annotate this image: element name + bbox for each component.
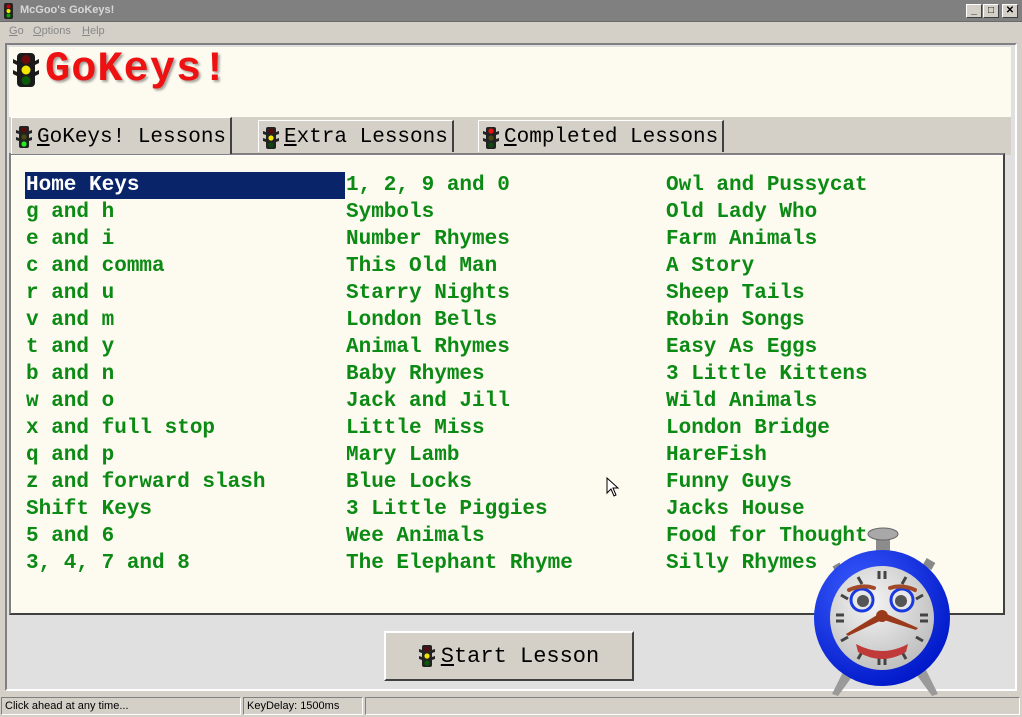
start-lesson-button[interactable]: Start Lesson xyxy=(384,631,634,681)
menu-go-rest: o xyxy=(17,25,24,37)
header-banner: GoKeys! xyxy=(9,45,1011,119)
lesson-item[interactable]: 3 Little Kittens xyxy=(665,361,985,388)
lesson-item[interactable]: London Bells xyxy=(345,307,665,334)
lesson-item[interactable]: Baby Rhymes xyxy=(345,361,665,388)
status-extra xyxy=(365,697,1020,715)
traffic-light-icon xyxy=(418,645,435,667)
lesson-item[interactable]: Owl and Pussycat xyxy=(665,172,985,199)
lesson-item[interactable]: q and p xyxy=(25,442,345,469)
lesson-item[interactable]: HareFish xyxy=(665,442,985,469)
lesson-item[interactable]: Robin Songs xyxy=(665,307,985,334)
menu-go[interactable]: Go xyxy=(9,25,24,37)
traffic-light-red-icon xyxy=(483,126,499,149)
lesson-item[interactable]: Easy As Eggs xyxy=(665,334,985,361)
menu-go-mnemonic: G xyxy=(9,25,18,37)
lesson-item[interactable]: w and o xyxy=(25,388,345,415)
mouse-cursor-icon xyxy=(606,477,620,497)
title-bar: McGoo's GoKeys! _ □ ✕ xyxy=(0,0,1022,22)
menu-help[interactable]: Help xyxy=(82,25,105,37)
tab-extra-lessons[interactable]: Extra Lessons xyxy=(258,120,454,152)
lesson-item[interactable]: 5 and 6 xyxy=(25,523,345,550)
lesson-item[interactable]: 3, 4, 7 and 8 xyxy=(25,550,345,577)
lesson-item[interactable]: Shift Keys xyxy=(25,496,345,523)
menu-options-rest: ptions xyxy=(41,25,71,37)
lesson-item[interactable]: Wee Animals xyxy=(345,523,665,550)
tab-completed-lessons[interactable]: Completed Lessons xyxy=(478,120,725,152)
lesson-item[interactable]: Mary Lamb xyxy=(345,442,665,469)
lesson-column-1: Home Keys g and he and ic and comma r and … xyxy=(25,172,345,577)
menu-options-mnemonic: O xyxy=(33,25,42,37)
lesson-item[interactable]: t and y xyxy=(25,334,345,361)
lesson-item[interactable]: Farm Animals xyxy=(665,226,985,253)
lesson-item[interactable]: g and h xyxy=(25,199,345,226)
traffic-light-icon xyxy=(13,53,39,87)
lesson-item[interactable]: A Story xyxy=(665,253,985,280)
lesson-item[interactable]: c and comma xyxy=(25,253,345,280)
maximize-button[interactable]: □ xyxy=(983,4,999,18)
lesson-column-2: 1, 2, 9 and 0 Symbols Number Rhymes This Ol… xyxy=(345,172,665,577)
lesson-item[interactable]: b and n xyxy=(25,361,345,388)
traffic-light-icon xyxy=(4,3,13,19)
lesson-item[interactable]: This Old Man xyxy=(345,253,665,280)
lesson-item[interactable]: Starry Nights xyxy=(345,280,665,307)
tab-label: ompleted Lessons xyxy=(516,126,719,149)
minimize-button[interactable]: _ xyxy=(966,4,982,18)
lesson-item[interactable]: Jacks House xyxy=(665,496,985,523)
tab-mnemonic: C xyxy=(504,126,517,149)
tab-mnemonic: E xyxy=(284,126,297,149)
lesson-item[interactable]: London Bridge xyxy=(665,415,985,442)
lesson-item[interactable]: Sheep Tails xyxy=(665,280,985,307)
lesson-item[interactable]: r and u xyxy=(25,280,345,307)
lesson-item[interactable]: 3 Little Piggies xyxy=(345,496,665,523)
start-lesson-label: tart Lesson xyxy=(453,643,600,669)
menu-help-rest: elp xyxy=(89,25,105,37)
close-button[interactable]: ✕ xyxy=(1002,4,1018,18)
brand-title: GoKeys! xyxy=(45,45,229,93)
window-title: McGoo's GoKeys! xyxy=(20,4,115,16)
lesson-item[interactable]: Home Keys xyxy=(25,172,345,199)
status-bar: Click ahead at any time... KeyDelay: 150… xyxy=(0,695,1022,717)
lesson-item[interactable]: Wild Animals xyxy=(665,388,985,415)
lesson-item[interactable]: Funny Guys xyxy=(665,469,985,496)
lesson-item[interactable]: Symbols xyxy=(345,199,665,226)
lesson-item[interactable]: The Elephant Rhyme xyxy=(345,550,665,577)
lesson-item[interactable]: Old Lady Who xyxy=(665,199,985,226)
menu-help-mnemonic: H xyxy=(82,25,90,37)
tab-mnemonic: G xyxy=(37,125,50,149)
tab-label: oKeys! Lessons xyxy=(49,125,227,149)
lesson-column-3: Owl and Pussycat Old Lady Who Farm Animals… xyxy=(665,172,985,577)
menu-options[interactable]: Options xyxy=(33,25,71,37)
status-key-delay: KeyDelay: 1500ms xyxy=(243,697,363,715)
traffic-light-green-icon xyxy=(16,126,32,148)
tab-label: xtra Lessons xyxy=(296,126,448,149)
status-hint: Click ahead at any time... xyxy=(1,697,241,715)
lesson-item[interactable]: Number Rhymes xyxy=(345,226,665,253)
tab-gokeys-lessons[interactable]: GoKeys! Lessons xyxy=(11,117,233,154)
traffic-light-yellow-icon xyxy=(263,126,279,149)
lesson-item[interactable]: e and i xyxy=(25,226,345,253)
lesson-item[interactable]: Animal Rhymes xyxy=(345,334,665,361)
lesson-item[interactable]: x and full stop xyxy=(25,415,345,442)
menu-bar: Go Options Help xyxy=(0,22,1022,42)
clock-mascot xyxy=(814,527,950,696)
lesson-item[interactable]: Jack and Jill xyxy=(345,388,665,415)
lesson-item[interactable]: v and m xyxy=(25,307,345,334)
lesson-item[interactable]: z and forward slash xyxy=(25,469,345,496)
start-lesson-mnemonic: S xyxy=(440,643,454,669)
lesson-item[interactable]: Little Miss xyxy=(345,415,665,442)
lesson-item[interactable]: 1, 2, 9 and 0 xyxy=(345,172,665,199)
